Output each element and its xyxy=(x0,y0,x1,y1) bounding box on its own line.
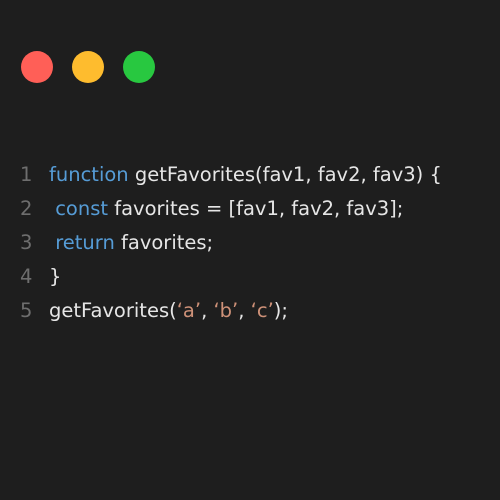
code-token: } xyxy=(49,265,62,288)
code-text: getFavorites(‘a’, ‘b’, ‘c’); xyxy=(49,294,288,328)
code-token: , xyxy=(201,299,214,322)
code-text: function getFavorites(fav1, fav2, fav3) … xyxy=(49,158,442,192)
string-token: ‘b’ xyxy=(213,299,239,322)
line-number: 3 xyxy=(20,231,33,254)
code-text: return favorites; xyxy=(49,226,213,260)
line-number: 5 xyxy=(20,299,33,322)
keyword-token: function xyxy=(49,163,129,186)
close-window-button[interactable] xyxy=(21,51,53,83)
keyword-token: const xyxy=(55,197,109,220)
code-text: const favorites = [fav1, fav2, fav3]; xyxy=(49,192,403,226)
code-token: favorites; xyxy=(114,231,214,254)
line-number: 1 xyxy=(20,163,33,186)
maximize-window-button[interactable] xyxy=(123,51,155,83)
code-token: favorites = [fav1, fav2, fav3]; xyxy=(108,197,404,220)
keyword-token: return xyxy=(55,231,115,254)
code-token: getFavorites( xyxy=(49,299,177,322)
string-token: ‘c’ xyxy=(250,299,274,322)
line-number: 4 xyxy=(20,265,33,288)
code-token: , xyxy=(238,299,251,322)
code-token: ); xyxy=(273,299,288,322)
code-token: getFavorites(fav1, fav2, fav3) { xyxy=(128,163,442,186)
code-text: } xyxy=(49,260,61,294)
minimize-window-button[interactable] xyxy=(72,51,104,83)
line-number: 2 xyxy=(20,197,33,220)
string-token: ‘a’ xyxy=(176,299,202,322)
